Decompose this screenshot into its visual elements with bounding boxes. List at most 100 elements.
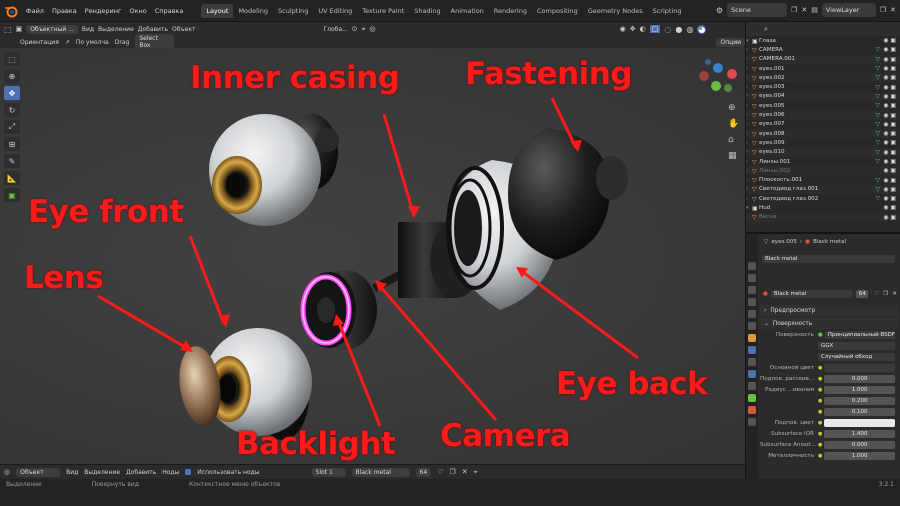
duplicate-icon[interactable]: ❐ [449, 468, 455, 476]
view-controls[interactable]: ⊕ ✋ ⌂ ▦ [728, 103, 739, 161]
material-slot-list[interactable]: Black metal [760, 250, 899, 268]
visibility-icon[interactable]: ◉ ▣ [880, 84, 900, 91]
outliner-item-hud[interactable]: ▽ Весна ◉ ▣ [746, 212, 900, 222]
view-layer-icon[interactable]: ▤ [811, 6, 818, 14]
scale-tool-icon[interactable]: ⤢ [4, 120, 20, 134]
property-value[interactable]: 0.000 [824, 374, 895, 383]
shading-material-icon[interactable]: ◍ [686, 25, 693, 34]
orientation-value[interactable]: По умолча [76, 39, 109, 46]
menu-window[interactable]: Окно [125, 7, 150, 15]
constraints-tab-icon[interactable] [748, 382, 756, 390]
outliner-item[interactable]: › ▽ CAMERA.001 ▽ ◉ ▣ [746, 54, 900, 64]
outliner-collection[interactable]: ▾ ▣ Глаза ◉ ▣ [746, 36, 900, 45]
tab-scripting[interactable]: Scripting [648, 4, 687, 18]
delete-layer-icon[interactable]: ✕ [890, 6, 900, 14]
menu-edit[interactable]: Правка [48, 7, 81, 15]
data-tab-icon[interactable] [748, 394, 756, 402]
copy-layer-icon[interactable]: ❐ [880, 6, 886, 14]
transform-tool-icon[interactable]: ⊞ [4, 137, 20, 151]
slot-selector[interactable]: Slot 1 [311, 467, 346, 477]
visibility-icon[interactable]: ◉ ▣ [880, 139, 900, 146]
material-tab-icon[interactable] [748, 406, 756, 414]
view-layer-tab-icon[interactable] [748, 298, 756, 306]
select-box-tool-icon[interactable]: ⬚ [4, 52, 20, 66]
tab-texture-paint[interactable]: Texture Paint [357, 4, 409, 18]
visibility-icon[interactable]: ◉ ▣ [880, 195, 900, 202]
timeline-nodes[interactable]: Ноды [162, 469, 179, 476]
material-slot[interactable]: Black metal [762, 255, 895, 263]
output-tab-icon[interactable] [748, 286, 756, 294]
outliner-item[interactable]: › ▽ eyes.001 ▽ ◉ ▣ [746, 64, 900, 73]
scene-selector[interactable]: Scene [727, 3, 788, 17]
outliner-item[interactable]: › ▽ eyes.005 ▽ ◉ ▣ [746, 101, 900, 110]
menu-select[interactable]: Выделение [98, 26, 134, 33]
xray-icon[interactable]: ▢ [649, 25, 661, 33]
add-cube-tool-icon[interactable]: ▣ [4, 188, 20, 202]
distribution-select[interactable]: GGX [818, 341, 895, 350]
subsurface-method-select[interactable]: Случайный обход [818, 352, 895, 361]
menu-file[interactable]: Файл [22, 7, 48, 15]
tab-shading[interactable]: Shading [409, 4, 445, 18]
menu-object[interactable]: Объект [172, 26, 195, 33]
outliner-item[interactable]: › ▽ eyes.004 ▽ ◉ ▣ [746, 91, 900, 102]
visibility-icon[interactable]: ◉ ▣ [880, 37, 900, 44]
outliner-item[interactable]: › ▽ Светодиод глаз.001 ▽ ◉ ▣ [746, 184, 900, 195]
physics-tab-icon[interactable] [748, 370, 756, 378]
timeline-select[interactable]: Выделение [84, 469, 120, 476]
visibility-icon[interactable]: ◉ ▣ [880, 46, 900, 53]
copy-icon[interactable]: ❐ [791, 6, 797, 14]
scene-icon[interactable]: ⚙ [716, 6, 723, 15]
visibility-icon[interactable]: ◉ ▣ [880, 130, 900, 137]
visibility-icon[interactable]: ◉ ▣ [880, 121, 900, 128]
material-fake-user-icon[interactable]: ♡ [872, 291, 881, 297]
object-mode-selector[interactable]: Объект [16, 467, 61, 477]
material-name-field[interactable]: Black metal [770, 289, 853, 298]
tab-sculpting[interactable]: Sculpting [273, 4, 313, 18]
tab-modeling[interactable]: Modeling [233, 4, 273, 18]
texture-tab-icon[interactable] [748, 418, 756, 426]
transform-orientation[interactable]: Глоба... [323, 26, 347, 33]
material-copy-icon[interactable]: ❐ [881, 291, 890, 297]
scene-tab-icon[interactable] [748, 310, 756, 318]
tab-rendering[interactable]: Rendering [489, 4, 532, 18]
3d-viewport[interactable]: ⊕ ✋ ⌂ ▦ Inner casing Fastening Eye front… [0, 48, 745, 464]
property-value[interactable] [824, 363, 895, 372]
render-tab-icon[interactable] [748, 274, 756, 282]
material-browse-icon[interactable]: ● [760, 291, 771, 297]
shading-wire-icon[interactable]: ◌ [664, 25, 671, 34]
options-button[interactable]: Опции [716, 37, 745, 47]
visibility-icon[interactable]: ◉ ▣ [880, 65, 900, 72]
shading-render-icon[interactable]: ◕ [697, 24, 707, 34]
visibility-icon-3[interactable]: ◉ ▣ [880, 214, 900, 221]
visibility-icon[interactable]: ◉ [620, 25, 626, 33]
outliner-item[interactable]: › ▽ eyes.007 ▽ ◉ ▣ [746, 120, 900, 129]
visibility-icon[interactable]: ◉ ▣ [880, 56, 900, 63]
surface-section[interactable]: ⌄ Поверхность [760, 318, 899, 329]
blender-logo-icon[interactable] [4, 4, 18, 18]
mode-icon[interactable]: ▣ [16, 25, 23, 33]
tab-compositing[interactable]: Compositing [532, 4, 583, 18]
outliner-item[interactable]: › ▽ Плоскость.001 ▽ ◉ ▣ [746, 175, 900, 185]
material-selector[interactable]: Black metal [351, 467, 410, 477]
menu-add[interactable]: Добавить [138, 26, 168, 33]
mode-selector[interactable]: Объектный ... [26, 24, 78, 34]
annotate-tool-icon[interactable]: ✎ [4, 154, 20, 168]
overlay-icon[interactable]: ◐ [640, 25, 646, 33]
tab-animation[interactable]: Animation [446, 4, 489, 18]
tab-layout[interactable]: Layout [201, 3, 234, 18]
property-value[interactable]: 1.400 [824, 429, 895, 438]
outliner-item[interactable]: › ▽ CAMERA ▽ ◉ ▣ [746, 45, 900, 54]
pin-icon[interactable]: ⌖ [474, 468, 478, 477]
cursor-tool-icon[interactable]: ⊕ [4, 69, 20, 83]
tab-geometry-nodes[interactable]: Geometry Nodes [583, 4, 648, 18]
outliner-item[interactable]: › ▽ eyes.008 ▽ ◉ ▣ [746, 128, 900, 139]
outliner-item[interactable]: › ▽ eyes.006 ▽ ◉ ▣ [746, 110, 900, 120]
rotate-tool-icon[interactable]: ↻ [4, 103, 20, 117]
object-tab-icon[interactable] [748, 334, 756, 342]
visibility-icon[interactable]: ◉ ▣ [880, 112, 900, 119]
view-layer-selector[interactable]: ViewLayer [821, 3, 876, 17]
menu-help[interactable]: Справка [151, 7, 188, 15]
fake-user-icon[interactable]: ♡ [437, 468, 443, 476]
navigation-gizmo[interactable] [699, 59, 737, 92]
property-value[interactable]: 1.000 [824, 385, 895, 394]
